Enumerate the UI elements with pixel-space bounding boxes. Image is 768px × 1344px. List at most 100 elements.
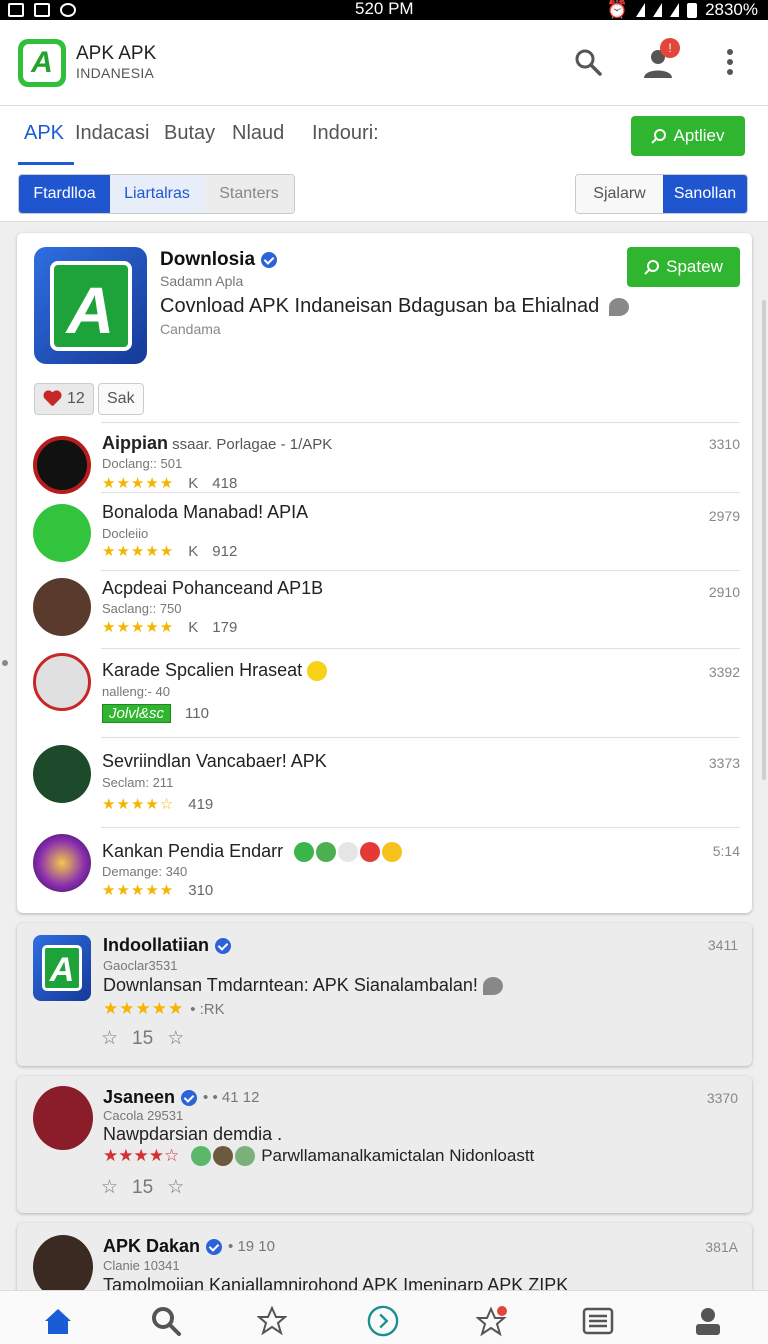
battery-icon <box>687 2 698 18</box>
app-title: Aippian ssaar. Porlagae - 1/APK <box>102 433 333 453</box>
post-body: Downlansan Tmdarntean: APK Sianalambalan… <box>103 975 503 996</box>
star-badge-icon <box>476 1306 507 1337</box>
list-item[interactable]: Sevriindlan Vancabaer! APK Seclam: 211 ★… <box>17 737 752 827</box>
heart-icon <box>43 391 61 407</box>
search-button[interactable] <box>568 42 608 82</box>
active-tab-indicator <box>18 162 74 165</box>
post-meta: ★★★★★ • :RK <box>103 999 225 1018</box>
filter-sjalarw[interactable]: Sjalarw <box>576 175 663 213</box>
list-item[interactable]: Aippian ssaar. Porlagae - 1/APK Doclang:… <box>17 422 752 494</box>
post-subtitle: Clanie 10341 <box>103 1258 180 1273</box>
nav-search[interactable] <box>150 1305 182 1337</box>
post-actions: ☆ 15 ☆ <box>101 1176 185 1199</box>
feature-action-button[interactable]: Spatew <box>627 247 740 287</box>
filter-sanollan[interactable]: Sanollan <box>663 175 747 213</box>
app-title: Karade Spcalien Hraseat <box>102 660 328 682</box>
list-item[interactable]: Bonaloda Manabad! APIA Docleiio ★★★★★ K … <box>17 492 752 570</box>
featured-card: A Downlosia Sadamn Apla Covnload APK Ind… <box>17 233 752 913</box>
search-icon <box>651 129 667 144</box>
app-number: 5:14 <box>712 843 740 859</box>
emoji-icon <box>235 1146 256 1166</box>
rating-stars: ★★★★★ <box>102 619 175 636</box>
tab-bar: APK Indacasi Butay Nlaud Indouri: Aptlie… <box>0 106 768 166</box>
more-vert-icon <box>727 49 733 75</box>
filter-liartalras[interactable]: Liartalras <box>110 175 204 213</box>
nav-rated[interactable] <box>476 1305 508 1337</box>
verified-icon <box>215 937 231 954</box>
app-subtitle: Saclang:: 750 <box>102 601 182 616</box>
app-meta: ★★★★★ K 418 <box>102 474 238 493</box>
star-outline-icon[interactable]: ☆ <box>167 1027 184 1050</box>
app-avatar <box>33 578 91 636</box>
app-number: 2910 <box>708 584 740 600</box>
like-chip[interactable]: 12 <box>34 383 94 415</box>
app-bar: A APK APK INDANESIA ! <box>0 20 768 106</box>
alarm-icon: ⏰ <box>606 0 629 19</box>
bottom-nav <box>0 1290 768 1344</box>
list-icon <box>582 1307 614 1335</box>
tab-nlaud[interactable]: Nlaud <box>232 122 284 145</box>
notification-icon <box>8 3 24 17</box>
app-title: Kankan Pendia Endarr <box>102 841 403 863</box>
tab-indouri[interactable]: Indouri: <box>312 122 379 145</box>
chat-bubble-icon <box>608 297 629 316</box>
post-actions: ☆ 15 ☆ <box>101 1027 185 1050</box>
status-bar: 520 PM ⏰ 2830% <box>0 0 768 20</box>
post-card[interactable]: A Indoollatiian Gaoclar3531 Downlansan T… <box>17 923 752 1066</box>
filter-bar: Ftardlloa Liartalras Stanters Sjalarw Sa… <box>0 166 768 222</box>
post-body: Nawpdarsian demdia . <box>103 1124 283 1144</box>
scrollbar[interactable] <box>762 300 766 780</box>
post-title: Jsaneen • • 41 12 <box>103 1087 260 1107</box>
verified-icon <box>206 1238 223 1255</box>
filter-stanters[interactable]: Stanters <box>204 175 294 213</box>
emoji-icon <box>382 842 403 863</box>
post-meta: ★★★★☆ Parwllamanalkamictalan Nidonloastt <box>103 1146 535 1166</box>
featured-app-icon[interactable]: A <box>34 247 147 364</box>
app-subtitle: INDANESIA <box>76 65 155 81</box>
app-number: 2979 <box>708 508 740 524</box>
battery-percent: 2830% <box>705 0 758 19</box>
chat-bubble-icon <box>482 977 503 996</box>
emoji-icon <box>338 842 359 863</box>
app-subtitle: Doclang:: 501 <box>102 456 183 471</box>
star-icon <box>257 1306 287 1336</box>
filter-segment-right: Sjalarw Sanollan <box>575 174 748 214</box>
list-item[interactable]: Acpdeai Pohanceand AP1B Saclang:: 750 ★★… <box>17 570 752 648</box>
app-title: APK APK <box>76 43 157 64</box>
app-logo[interactable]: A <box>18 39 66 87</box>
apply-button[interactable]: Aptliev <box>631 116 745 156</box>
nav-home[interactable] <box>42 1305 74 1337</box>
filter-ftardlloa[interactable]: Ftardlloa <box>19 175 110 213</box>
more-menu-button[interactable] <box>710 42 750 82</box>
emoji-icon <box>307 661 328 682</box>
star-outline-icon[interactable]: ☆ <box>167 1176 184 1199</box>
notification-badge: ! <box>660 38 680 58</box>
home-icon <box>45 1309 71 1334</box>
tab-indacasi[interactable]: Indacasi <box>75 122 150 145</box>
wifi-icon <box>636 3 646 17</box>
notification-icon <box>60 3 76 17</box>
tab-butay[interactable]: Butay <box>164 122 215 145</box>
nav-favorites[interactable] <box>256 1305 288 1337</box>
nav-play[interactable] <box>367 1305 399 1337</box>
save-chip[interactable]: Sak <box>98 383 144 415</box>
notifications-button[interactable]: ! <box>638 38 680 82</box>
list-item[interactable]: Kankan Pendia Endarr Demange: 340 ★★★★★ … <box>17 827 752 907</box>
featured-subtitle: Sadamn Apla <box>160 273 244 289</box>
star-outline-icon[interactable]: ☆ <box>101 1027 118 1050</box>
tab-apk[interactable]: APK <box>24 122 64 145</box>
app-number: 3310 <box>708 436 740 452</box>
list-item[interactable]: Karade Spcalien Hraseat nalleng:- 40 Jol… <box>17 648 752 737</box>
featured-title: Downlosia <box>160 249 278 271</box>
signal-icon <box>670 3 680 17</box>
nav-list[interactable] <box>582 1305 614 1337</box>
star-outline-icon[interactable]: ☆ <box>101 1176 118 1199</box>
emoji-icon <box>316 842 337 863</box>
search-icon <box>575 49 602 76</box>
post-card[interactable]: Jsaneen • • 41 12 Cacola 29531 Nawpdarsi… <box>17 1076 752 1213</box>
nav-profile[interactable] <box>692 1305 724 1337</box>
post-title: Indoollatiian <box>103 935 231 956</box>
post-subtitle: Cacola 29531 <box>103 1108 184 1123</box>
rating-stars: ★★★★★ <box>102 475 175 492</box>
app-avatar <box>33 745 91 803</box>
